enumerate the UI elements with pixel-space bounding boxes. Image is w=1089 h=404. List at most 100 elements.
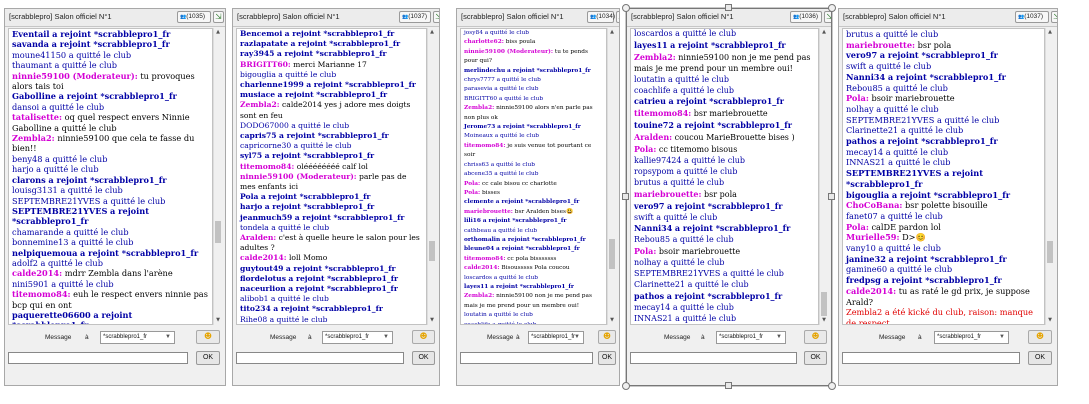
scroll-thumb[interactable] <box>215 221 221 243</box>
recipient-select[interactable]: *scrabblepro1_fr ▼ <box>322 331 393 344</box>
chat-text: Rebou85 a quitté le club <box>846 82 948 93</box>
user-count-button[interactable]: 👥(1034) <box>587 11 615 23</box>
chat-scrollbar[interactable]: ▲ ▼ <box>607 28 616 325</box>
export-icon[interactable]: ⇲ <box>213 11 224 23</box>
scroll-thumb[interactable] <box>1047 241 1053 263</box>
export-icon[interactable]: ⇲ <box>824 11 831 23</box>
chat-text: calDE pardon lol <box>871 221 941 232</box>
scroll-down-arrow-icon[interactable]: ▼ <box>214 316 222 325</box>
chat-text: bsr Aralden bises😃 <box>514 208 574 215</box>
ok-button[interactable]: OK <box>1028 351 1052 365</box>
chat-line: Pola: calDE pardon lol <box>846 222 1041 233</box>
chat-author: jeanmuch59 <box>240 212 293 222</box>
ok-button[interactable]: OK <box>598 351 616 365</box>
chat-line: SEPTEMBRE21YVES a quitté le club <box>12 196 209 206</box>
recipient-select[interactable]: *scrabblepro1_fr ▼ <box>528 331 584 344</box>
chat-line: Nanni34 a rejoint *scrabblepro1_fr <box>846 72 1041 83</box>
resize-handle[interactable] <box>828 382 836 390</box>
chat-text: harjo a quitté le club <box>12 164 99 175</box>
scroll-thumb[interactable] <box>609 239 615 269</box>
smiley-button[interactable]: ☻ <box>1028 330 1052 344</box>
message-input[interactable] <box>8 352 188 364</box>
chat-line: savanda a rejoint *scrabblepro1_fr <box>12 39 209 49</box>
chat-text: cathbeau a quitté le club <box>464 227 538 234</box>
resize-handle[interactable] <box>622 193 629 200</box>
chevron-down-icon: ▼ <box>574 334 580 340</box>
resize-handle[interactable] <box>622 4 630 12</box>
recipient-select[interactable]: *scrabblepro1_fr ▼ <box>716 331 786 344</box>
chat-line: catrieu a rejoint *scrabblepro1_fr <box>634 96 815 108</box>
chat-line: thaumant a quitté le club <box>12 60 209 70</box>
chat-window: [scrabblepro] Salon officiel N°1 👥(1034)⇲… <box>456 8 620 386</box>
scroll-up-arrow-icon[interactable]: ▲ <box>1046 28 1054 37</box>
chat-text: a rejoint *scrabblepro1_fr <box>58 91 177 102</box>
message-input[interactable] <box>236 352 404 364</box>
chat-line: razlapatate a rejoint *scrabblepro1_fr <box>240 39 423 49</box>
ok-button[interactable]: OK <box>412 351 435 365</box>
chat-author: ChoCoBana: <box>846 200 903 211</box>
smiley-button[interactable]: ☻ <box>804 330 827 344</box>
chat-text: a rejoint *scrabblepro1_fr <box>273 304 383 314</box>
resize-handle[interactable] <box>725 4 732 11</box>
chat-line: loscardos a quitté le club <box>634 29 815 40</box>
message-input[interactable] <box>630 352 797 364</box>
ok-button[interactable]: OK <box>196 351 220 365</box>
chat-text: SEPTEMBRE21YVES a quitté le club <box>634 269 784 279</box>
resize-handle[interactable] <box>622 382 630 390</box>
scroll-thumb[interactable] <box>429 241 435 261</box>
chat-text: INNAS21 a quitté le club <box>846 157 951 168</box>
chat-text: a rejoint *scrabblepro1_fr <box>495 246 580 253</box>
resize-handle[interactable] <box>725 382 732 389</box>
chat-author: Pola: <box>464 189 481 196</box>
export-icon[interactable]: ⇲ <box>433 11 439 23</box>
chat-text: Zembla2 a été kické du club, raison: man… <box>846 307 1033 325</box>
chat-line: Pola a rejoint *scrabblepro1_fr <box>240 192 423 202</box>
recipient-select[interactable]: *scrabblepro1_fr ▼ <box>100 331 175 344</box>
chat-text: a rejoint *scrabblepro1_fr <box>279 131 389 141</box>
export-icon[interactable]: ⇲ <box>616 11 619 23</box>
chat-author: mariebrouette: <box>634 188 702 199</box>
chat-line: nini5901 a quitté le club <box>12 279 209 289</box>
scroll-down-arrow-icon[interactable]: ▼ <box>608 316 616 325</box>
scroll-thumb[interactable] <box>821 292 827 316</box>
user-count-button[interactable]: 👥(1035) <box>177 11 211 23</box>
scroll-up-arrow-icon[interactable]: ▲ <box>214 28 222 37</box>
recipient-select[interactable]: *scrabblepro1_fr ▼ <box>934 331 1009 344</box>
export-icon[interactable]: ⇲ <box>1051 11 1057 23</box>
scroll-up-arrow-icon[interactable]: ▲ <box>820 28 828 37</box>
chat-line: charlenne1999 a rejoint *scrabblepro1_fr <box>240 80 423 90</box>
chat-author: ray3945 <box>240 49 275 59</box>
chat-scrollbar[interactable]: ▲ ▼ <box>819 28 828 325</box>
chat-text: brutus a quitté le club <box>634 177 725 187</box>
chat-scrollbar[interactable]: ▲ ▼ <box>213 28 222 325</box>
message-input[interactable] <box>460 352 593 364</box>
smiley-button[interactable]: ☻ <box>598 330 616 344</box>
user-count-button[interactable]: 👥(1037) <box>1015 11 1049 23</box>
ok-button[interactable]: OK <box>804 351 827 365</box>
chat-scrollbar[interactable]: ▲ ▼ <box>1045 28 1054 325</box>
message-input[interactable] <box>842 352 1020 364</box>
chat-line: coachlife a quitté le club <box>464 321 603 324</box>
smiley-button[interactable]: ☻ <box>412 330 435 344</box>
chat-text: a rejoint *scrabblepro1_fr <box>495 199 580 206</box>
recipient-value: *scrabblepro1_fr <box>325 334 370 340</box>
smiley-button[interactable]: ☻ <box>196 330 220 344</box>
scroll-down-arrow-icon[interactable]: ▼ <box>428 316 436 325</box>
window-title: [scrabblepro] Salon officiel N°1 <box>237 12 340 21</box>
scroll-up-arrow-icon[interactable]: ▲ <box>428 28 436 37</box>
scroll-up-arrow-icon[interactable]: ▲ <box>608 28 616 37</box>
scroll-down-arrow-icon[interactable]: ▼ <box>1046 316 1054 325</box>
chat-author: tatalisette: <box>12 112 63 123</box>
resize-handle[interactable] <box>828 4 836 12</box>
user-count-button[interactable]: 👥(1037) <box>399 11 431 23</box>
chat-scrollbar[interactable]: ▲ ▼ <box>427 28 436 325</box>
chat-author: savanda <box>12 39 49 50</box>
chat-line: Pola: bsoir mariebrouette <box>846 93 1041 104</box>
chat-text: bisses <box>482 189 500 196</box>
scroll-down-arrow-icon[interactable]: ▼ <box>820 316 828 325</box>
user-count-button[interactable]: 👥(1036) <box>790 11 822 23</box>
chat-text: fanet07 a quitté le club <box>846 210 943 221</box>
chat-author: Nanni34 <box>634 223 673 234</box>
chat-author: titemomo84: <box>464 255 506 262</box>
resize-handle[interactable] <box>828 193 835 200</box>
